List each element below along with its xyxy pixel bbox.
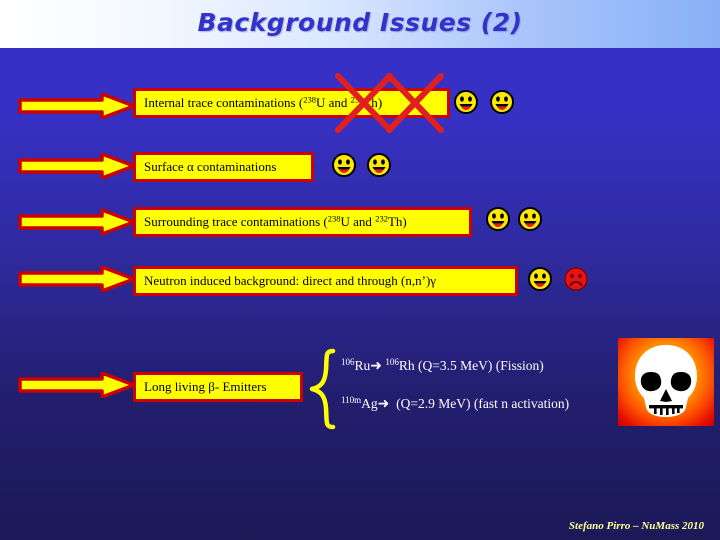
right-arrow-icon bbox=[18, 93, 136, 119]
label-surface-alpha-contaminations: Surface α contaminations bbox=[133, 152, 314, 182]
skull-icon bbox=[618, 338, 714, 426]
label-text-mid: and bbox=[349, 214, 376, 229]
isotope-mass-232-th: 232 bbox=[350, 94, 364, 105]
isotope-symbol-u: U bbox=[315, 95, 326, 110]
label-internal-trace-contaminations: Internal trace contaminations (238U and … bbox=[133, 88, 450, 118]
slide-canvas: Background Issues (2) Internal trace con… bbox=[0, 0, 720, 540]
daughter-mass-106: 106 bbox=[385, 357, 399, 368]
isotope-symbol-th: Th bbox=[363, 95, 378, 110]
label-surrounding-trace-contaminations: Surrounding trace contaminations (238U a… bbox=[133, 207, 472, 237]
beta-emitter-line-ag110m: 110mAg➜ (Q=2.9 MeV) (fast n activation) bbox=[341, 396, 569, 412]
parent-symbol-ru: Ru bbox=[354, 358, 371, 373]
parent-symbol-ag: Ag bbox=[361, 396, 378, 411]
curly-brace-icon bbox=[307, 348, 337, 430]
page-title: Background Issues (2) bbox=[197, 8, 523, 37]
isotope-mass-232-th: 232 bbox=[375, 213, 388, 224]
footer-credit: Stefano Pirro – NuMass 2010 bbox=[568, 520, 704, 532]
label-text-prefix: Surrounding trace contaminations ( bbox=[144, 214, 328, 229]
isotope-symbol-th: Th bbox=[387, 214, 403, 229]
happy-face-icon bbox=[485, 206, 511, 232]
q-value-ru106: (Q=3.5 MeV) bbox=[418, 358, 493, 373]
right-arrow-icon bbox=[18, 372, 136, 398]
isotope-mass-238-u: 238 bbox=[303, 94, 316, 105]
mechanism-fast-n-activation: (fast n activation) bbox=[473, 396, 570, 411]
happy-face-icon bbox=[331, 152, 357, 178]
happy-face-icon bbox=[366, 152, 392, 178]
parent-mass-110m: 110m bbox=[341, 395, 362, 406]
happy-face-icon bbox=[489, 89, 515, 115]
right-arrow-icon bbox=[18, 153, 136, 179]
decay-arrow-icon: ➜ bbox=[377, 396, 390, 412]
parent-mass-106: 106 bbox=[341, 357, 355, 368]
happy-face-icon bbox=[517, 206, 543, 232]
isotope-symbol-u: U bbox=[340, 214, 350, 229]
label-long-living-beta-emitters: Long living β- Emitters bbox=[133, 372, 303, 402]
isotope-mass-238-u: 238 bbox=[327, 213, 341, 224]
right-arrow-icon bbox=[18, 266, 136, 292]
sad-face-icon bbox=[563, 266, 589, 292]
daughter-symbol-rh: Rh bbox=[398, 358, 415, 373]
right-arrow-icon bbox=[18, 209, 136, 235]
label-text-suffix: ) bbox=[377, 95, 383, 110]
mechanism-fission: (Fission) bbox=[495, 358, 544, 373]
happy-face-icon bbox=[527, 266, 553, 292]
q-value-ag110m: (Q=2.9 MeV) bbox=[396, 396, 471, 411]
label-text-prefix: Internal trace contaminations ( bbox=[144, 95, 304, 110]
label-neutron-induced-background: Neutron induced background: direct and t… bbox=[133, 266, 518, 296]
label-text-suffix: ) bbox=[402, 214, 407, 229]
label-text-mid: and bbox=[325, 95, 351, 110]
decay-arrow-icon: ➜ bbox=[370, 358, 382, 374]
beta-emitter-line-ru106: 106Ru➜ 106Rh (Q=3.5 MeV) (Fission) bbox=[341, 358, 544, 374]
happy-face-icon bbox=[453, 89, 479, 115]
